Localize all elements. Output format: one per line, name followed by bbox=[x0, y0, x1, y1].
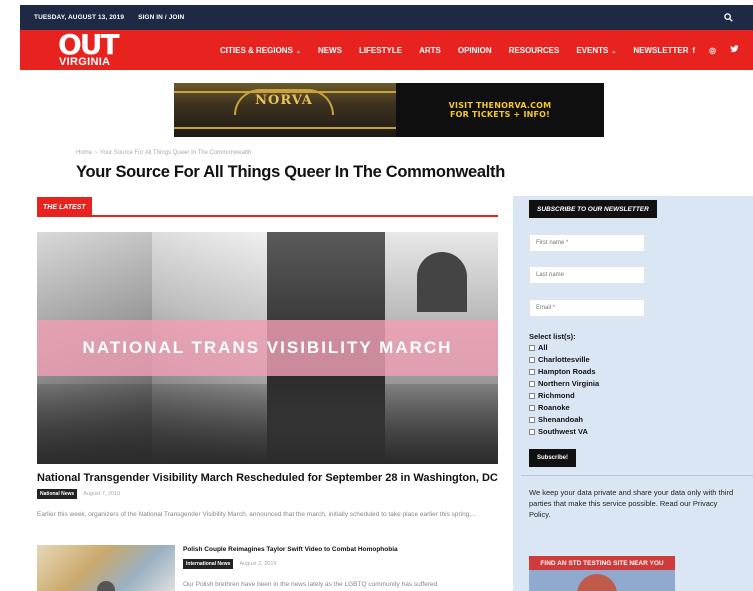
chevron-down-icon: ⌄ bbox=[611, 48, 617, 55]
divider bbox=[521, 475, 753, 476]
list-option-label: Northern Virginia bbox=[538, 379, 600, 388]
hero-overlay-band: NATIONAL TRANS VISIBILITY MARCH bbox=[37, 320, 498, 376]
article-title[interactable]: National Transgender Visibility March Re… bbox=[37, 472, 498, 484]
nav-label: CITIES & REGIONS bbox=[220, 45, 293, 55]
nav-label: EVENTS bbox=[576, 45, 609, 55]
list-option-southwest-va[interactable]: Southwest VA bbox=[529, 427, 588, 436]
nav-label: ARTS bbox=[419, 45, 441, 55]
checkbox[interactable] bbox=[529, 416, 535, 423]
nav-label: LIFESTYLE bbox=[358, 45, 403, 55]
list-option-northern-virginia[interactable]: Northern Virginia bbox=[529, 379, 599, 388]
crowd-shade bbox=[37, 384, 498, 464]
nav-opinion[interactable]: OPINION bbox=[458, 46, 492, 55]
sign-in-link[interactable]: SIGN IN / JOIN bbox=[138, 14, 184, 21]
checkbox[interactable] bbox=[529, 428, 535, 435]
lists-label: Select list(s): bbox=[529, 332, 576, 341]
nav-events[interactable]: EVENTS ⌄ bbox=[576, 46, 616, 55]
banner-cta: VISIT THENORVA.COM FOR TICKETS + INFO! bbox=[396, 83, 604, 137]
social-links: f ◎ bbox=[678, 30, 739, 70]
current-date: TUESDAY, AUGUST 13, 2019 bbox=[34, 14, 125, 21]
banner-venue-art: NORVA bbox=[174, 83, 396, 137]
sidebar: SUBSCRIBE TO OUR NEWSLETTER First name *… bbox=[513, 196, 753, 591]
checkbox[interactable] bbox=[529, 404, 535, 411]
instagram-icon[interactable]: ◎ bbox=[709, 46, 716, 55]
list-option-label: Southwest VA bbox=[538, 427, 588, 436]
logo-text-virginia: VIRGINIA bbox=[59, 56, 111, 68]
page-title: Your Source For All Things Queer In The … bbox=[76, 163, 506, 181]
subscribe-button[interactable]: Subscribe! bbox=[529, 449, 577, 467]
section-divider bbox=[37, 215, 498, 217]
banner-cta-line2: FOR TICKETS + INFO! bbox=[449, 110, 551, 119]
list-option-roanoke[interactable]: Roanoke bbox=[529, 403, 570, 412]
std-ad-image bbox=[577, 574, 617, 591]
article-excerpt: Our Polish brethren have been in the new… bbox=[183, 581, 438, 588]
facebook-icon[interactable]: f bbox=[692, 46, 695, 55]
first-name-field[interactable]: First name * bbox=[529, 234, 645, 252]
breadcrumb-separator: › bbox=[95, 150, 98, 156]
article-meta: International News August 2, 2019 bbox=[183, 559, 276, 569]
list-option-label: Roanoke bbox=[538, 403, 570, 412]
checkbox[interactable] bbox=[529, 392, 535, 399]
nav-news[interactable]: NEWS bbox=[318, 46, 342, 55]
checkbox[interactable] bbox=[529, 356, 535, 363]
checkbox[interactable] bbox=[529, 380, 535, 387]
nav-arts[interactable]: ARTS bbox=[419, 46, 441, 55]
nav-resources[interactable]: RESOURCES bbox=[509, 46, 560, 55]
article-thumbnail[interactable] bbox=[37, 545, 175, 591]
breadcrumb-current: Your Source For All Things Queer In The … bbox=[100, 150, 252, 156]
breadcrumb-home[interactable]: Home bbox=[76, 150, 92, 156]
last-name-field[interactable]: Last name bbox=[529, 266, 645, 284]
article-excerpt: Earlier this week, organizers of the Nat… bbox=[37, 511, 477, 518]
search-icon[interactable] bbox=[724, 13, 733, 22]
nav-lifestyle[interactable]: LIFESTYLE bbox=[359, 46, 402, 55]
site-header: OUT VIRGINIA CITIES & REGIONS ⌄ NEWS LIFE… bbox=[20, 28, 753, 70]
banner-ad[interactable]: NORVA VISIT THENORVA.COM FOR TICKETS + I… bbox=[174, 83, 604, 137]
list-option-all[interactable]: All bbox=[529, 343, 548, 352]
std-ad-title: FIND AN STD TESTING SITE NEAR YOU bbox=[529, 556, 675, 570]
std-testing-ad[interactable]: FIND AN STD TESTING SITE NEAR YOU bbox=[529, 556, 675, 591]
checkbox[interactable] bbox=[529, 368, 535, 375]
play-icon bbox=[97, 581, 115, 591]
article-date: August 7, 2019 bbox=[83, 491, 121, 497]
list-option-charlottesville[interactable]: Charlottesville bbox=[529, 355, 590, 364]
chevron-down-icon: ⌄ bbox=[295, 48, 301, 55]
article-meta: National News August 7, 2019 bbox=[37, 489, 120, 499]
checkbox[interactable] bbox=[529, 344, 535, 351]
category-badge[interactable]: International News bbox=[183, 559, 234, 569]
list-option-label: Hampton Roads bbox=[538, 367, 596, 376]
breadcrumb: Home › Your Source For All Things Queer In… bbox=[76, 150, 251, 156]
top-bar: TUESDAY, AUGUST 13, 2019 SIGN IN / JOIN bbox=[20, 5, 753, 30]
list-option-richmond[interactable]: Richmond bbox=[529, 391, 575, 400]
list-option-shenandoah[interactable]: Shenandoah bbox=[529, 415, 583, 424]
privacy-notice: We keep your data private and share your… bbox=[529, 488, 734, 519]
list-option-label: Richmond bbox=[538, 391, 575, 400]
list-option-label: All bbox=[538, 343, 548, 352]
twitter-icon[interactable] bbox=[730, 45, 739, 55]
article-title[interactable]: Polish Couple Reimagines Taylor Swift Vi… bbox=[183, 546, 398, 553]
list-option-label: Shenandoah bbox=[538, 415, 584, 424]
email-field[interactable]: Email * bbox=[529, 299, 645, 317]
site-logo[interactable]: OUT VIRGINIA bbox=[56, 28, 128, 70]
hero-image[interactable]: NATIONAL TRANS VISIBILITY MARCH bbox=[37, 232, 498, 464]
category-badge[interactable]: National News bbox=[37, 489, 78, 499]
banner-venue-name: NORVA bbox=[255, 93, 313, 108]
nav-cities-regions[interactable]: CITIES & REGIONS ⌄ bbox=[220, 46, 301, 55]
nav-label: OPINION bbox=[457, 45, 492, 55]
nav-label: RESOURCES bbox=[508, 45, 560, 55]
list-option-hampton-roads[interactable]: Hampton Roads bbox=[529, 367, 596, 376]
nav-label: NEWS bbox=[317, 45, 342, 55]
main-nav: CITIES & REGIONS ⌄ NEWS LIFESTYLE ARTS OP… bbox=[220, 30, 705, 70]
hero-overlay-text: NATIONAL TRANS VISIBILITY MARCH bbox=[82, 338, 453, 357]
newsletter-heading: SUBSCRIBE TO OUR NEWSLETTER bbox=[529, 200, 657, 218]
banner-cta-line1: VISIT THENORVA.COM bbox=[448, 101, 552, 110]
capitol-dome-shape bbox=[417, 252, 467, 312]
latest-section-tab: THE LATEST bbox=[37, 197, 92, 217]
list-option-label: Charlottesville bbox=[538, 355, 590, 364]
article-date: August 2, 2019 bbox=[239, 561, 277, 567]
